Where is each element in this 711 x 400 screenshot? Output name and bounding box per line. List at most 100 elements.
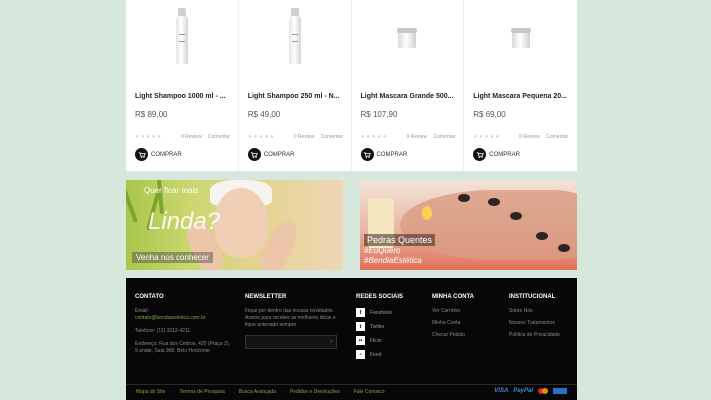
model-face-image [214,188,268,258]
newsletter-text: Fique por dentro das nossas novidades. A… [245,308,336,328]
site-footer: CONTATO Email: contato@bendiaestetica.co… [126,278,577,400]
social-label: Facebook [370,309,392,316]
contact-email-label: Email: [135,308,149,314]
leaf-decoration [126,183,138,223]
footer-heading: REDES SOCIAIS [356,294,404,300]
paypal-logo: PayPal [513,388,533,394]
product-card[interactable]: Light Shampoo 1000 ml - ... R$ 89,00 ★★★… [126,0,239,171]
rating-stars-icon: ★★★★★ [360,134,388,140]
newsletter-email-input[interactable]: › [245,335,337,349]
buy-button-label: COMPRAR [151,151,182,158]
rating-stars-icon: ★★★★★ [473,134,501,140]
facebook-icon: f [356,308,365,317]
footer-heading: INSTITUCIONAL [509,294,556,300]
footer-bottom-links: Mapa do Site Termos de Pesquisa Busca Av… [136,389,385,395]
product-grid: Light Shampoo 1000 ml - ... R$ 89,00 ★★★… [126,0,577,171]
footer-institutional: INSTITUCIONAL Sobre Nós Nossos Tratament… [509,294,573,339]
shampoo-bottle-image [175,8,188,64]
promo-banner-linda[interactable]: Quer ficar mais Linda? Venha nos conhece… [126,180,343,270]
buy-button[interactable]: COMPRAR [247,148,295,161]
shampoo-bottle-image [288,8,301,64]
banner-tagline: Quer ficar mais [144,186,199,195]
banner-headline: Linda? [148,208,221,235]
contact-email-link[interactable]: contato@bendiaestetica.com.br [135,315,235,322]
review-count[interactable]: 0 Review [519,134,540,140]
account-link[interactable]: Checar Pedido [432,332,494,339]
cart-icon [360,148,374,161]
visa-logo: VISA [494,388,509,394]
institutional-link[interactable]: Sobre Nós [509,308,573,315]
institutional-link[interactable]: Nossos Tratamentos [509,320,573,327]
contact-phone: Telefone: (11) 3212-4211 [135,328,191,334]
comment-link[interactable]: Comentar [208,134,230,140]
product-image[interactable] [126,4,238,76]
footer-contact: CONTATO Email: contato@bendiaestetica.co… [135,294,235,355]
cart-icon [247,148,261,161]
cart-icon [135,148,148,161]
flickr-icon: •• [356,336,365,345]
product-price: R$ 107,90 [360,110,398,119]
account-link[interactable]: Minha Conta [432,320,494,327]
footer-link-search-terms[interactable]: Termos de Pesquisa [179,389,224,395]
product-card[interactable]: Light Mascara Pequena 20... R$ 69,00 ★★★… [464,0,577,171]
comment-link[interactable]: Comentar [546,134,568,140]
buy-button[interactable]: COMPRAR [360,148,408,161]
social-link-twitter[interactable]: t Twitter [356,322,416,331]
buy-button[interactable]: COMPRAR [135,148,182,161]
account-link[interactable]: Ver Carrinho [432,308,494,315]
footer-bottom-bar: Mapa do Site Termos de Pesquisa Busca Av… [126,384,577,400]
contact-address: Endereço: Rua dos Cedros, 420 (Praça Z),… [135,341,231,354]
footer-link-contact[interactable]: Fale Conosco [354,389,385,395]
comment-link[interactable]: Comentar [321,134,343,140]
review-count[interactable]: 0 Review [407,134,428,140]
promo-banner-pedras-quentes[interactable]: Pedras Quentes #EuQuero #BendiaEstética [360,180,577,270]
mastercard-icon [538,388,548,394]
buy-button-label: COMPRAR [489,151,520,158]
footer-link-returns[interactable]: Pedidos e Devoluções [290,389,340,395]
comment-link[interactable]: Comentar [434,134,456,140]
product-image[interactable] [464,4,577,76]
banner-title: Pedras Quentes [364,234,436,246]
product-image[interactable] [352,4,464,76]
product-price: R$ 69,00 [473,110,506,119]
product-name[interactable]: Light Shampoo 1000 ml - ... [135,93,226,100]
buy-button[interactable]: COMPRAR [473,148,520,161]
cart-icon [473,148,487,161]
footer-account: MINHA CONTA Ver Carrinho Minha Conta Che… [432,294,494,339]
mask-jar-image [510,28,531,48]
footer-social: REDES SOCIAIS f Facebook t Twitter •• Flick… [356,294,416,364]
product-image[interactable] [239,4,351,76]
footer-heading: MINHA CONTA [432,294,474,300]
buy-button-label: COMPRAR [263,151,295,158]
product-name[interactable]: Light Mascara Pequena 20... [473,93,567,100]
footer-link-sitemap[interactable]: Mapa do Site [136,389,165,395]
social-label: Feed [370,351,382,358]
social-link-flickr[interactable]: •• Flickr [356,336,416,345]
hot-stone [558,244,570,252]
product-price: R$ 49,00 [247,110,281,119]
footer-newsletter: NEWSLETTER Fique por dentro das nossas n… [245,294,341,349]
twitter-icon: t [356,322,365,331]
rating-stars-icon: ★★★★★ [135,134,163,140]
hot-stone [458,194,470,202]
newsletter-submit-icon[interactable]: › [330,339,332,345]
social-label: Twitter [370,323,385,330]
footer-heading: CONTATO [135,294,164,300]
institutional-link[interactable]: Política de Privacidade [509,332,573,339]
rating-stars-icon: ★★★★★ [247,134,276,140]
payment-methods: VISA PayPal [494,388,567,394]
footer-link-advanced-search[interactable]: Busca Avançada [239,389,276,395]
social-link-feed[interactable]: ◔ Feed [356,350,416,359]
social-label: Flickr [370,337,382,344]
product-name[interactable]: Light Shampoo 250 ml - N... [248,93,340,100]
review-count[interactable]: 0 Review [294,134,315,140]
product-name[interactable]: Light Mascara Grande 500... [361,93,454,100]
hot-stone [488,198,500,206]
social-link-facebook[interactable]: f Facebook [356,308,416,317]
buy-button-label: COMPRAR [376,151,408,158]
product-card[interactable]: Light Shampoo 250 ml - N... R$ 49,00 ★★★… [239,0,352,171]
banner-hashtag: #BendiaEstética [364,256,422,265]
flame-image [422,206,432,220]
review-count[interactable]: 0 Review [181,134,202,140]
product-card[interactable]: Light Mascara Grande 500... R$ 107,90 ★★… [352,0,465,171]
